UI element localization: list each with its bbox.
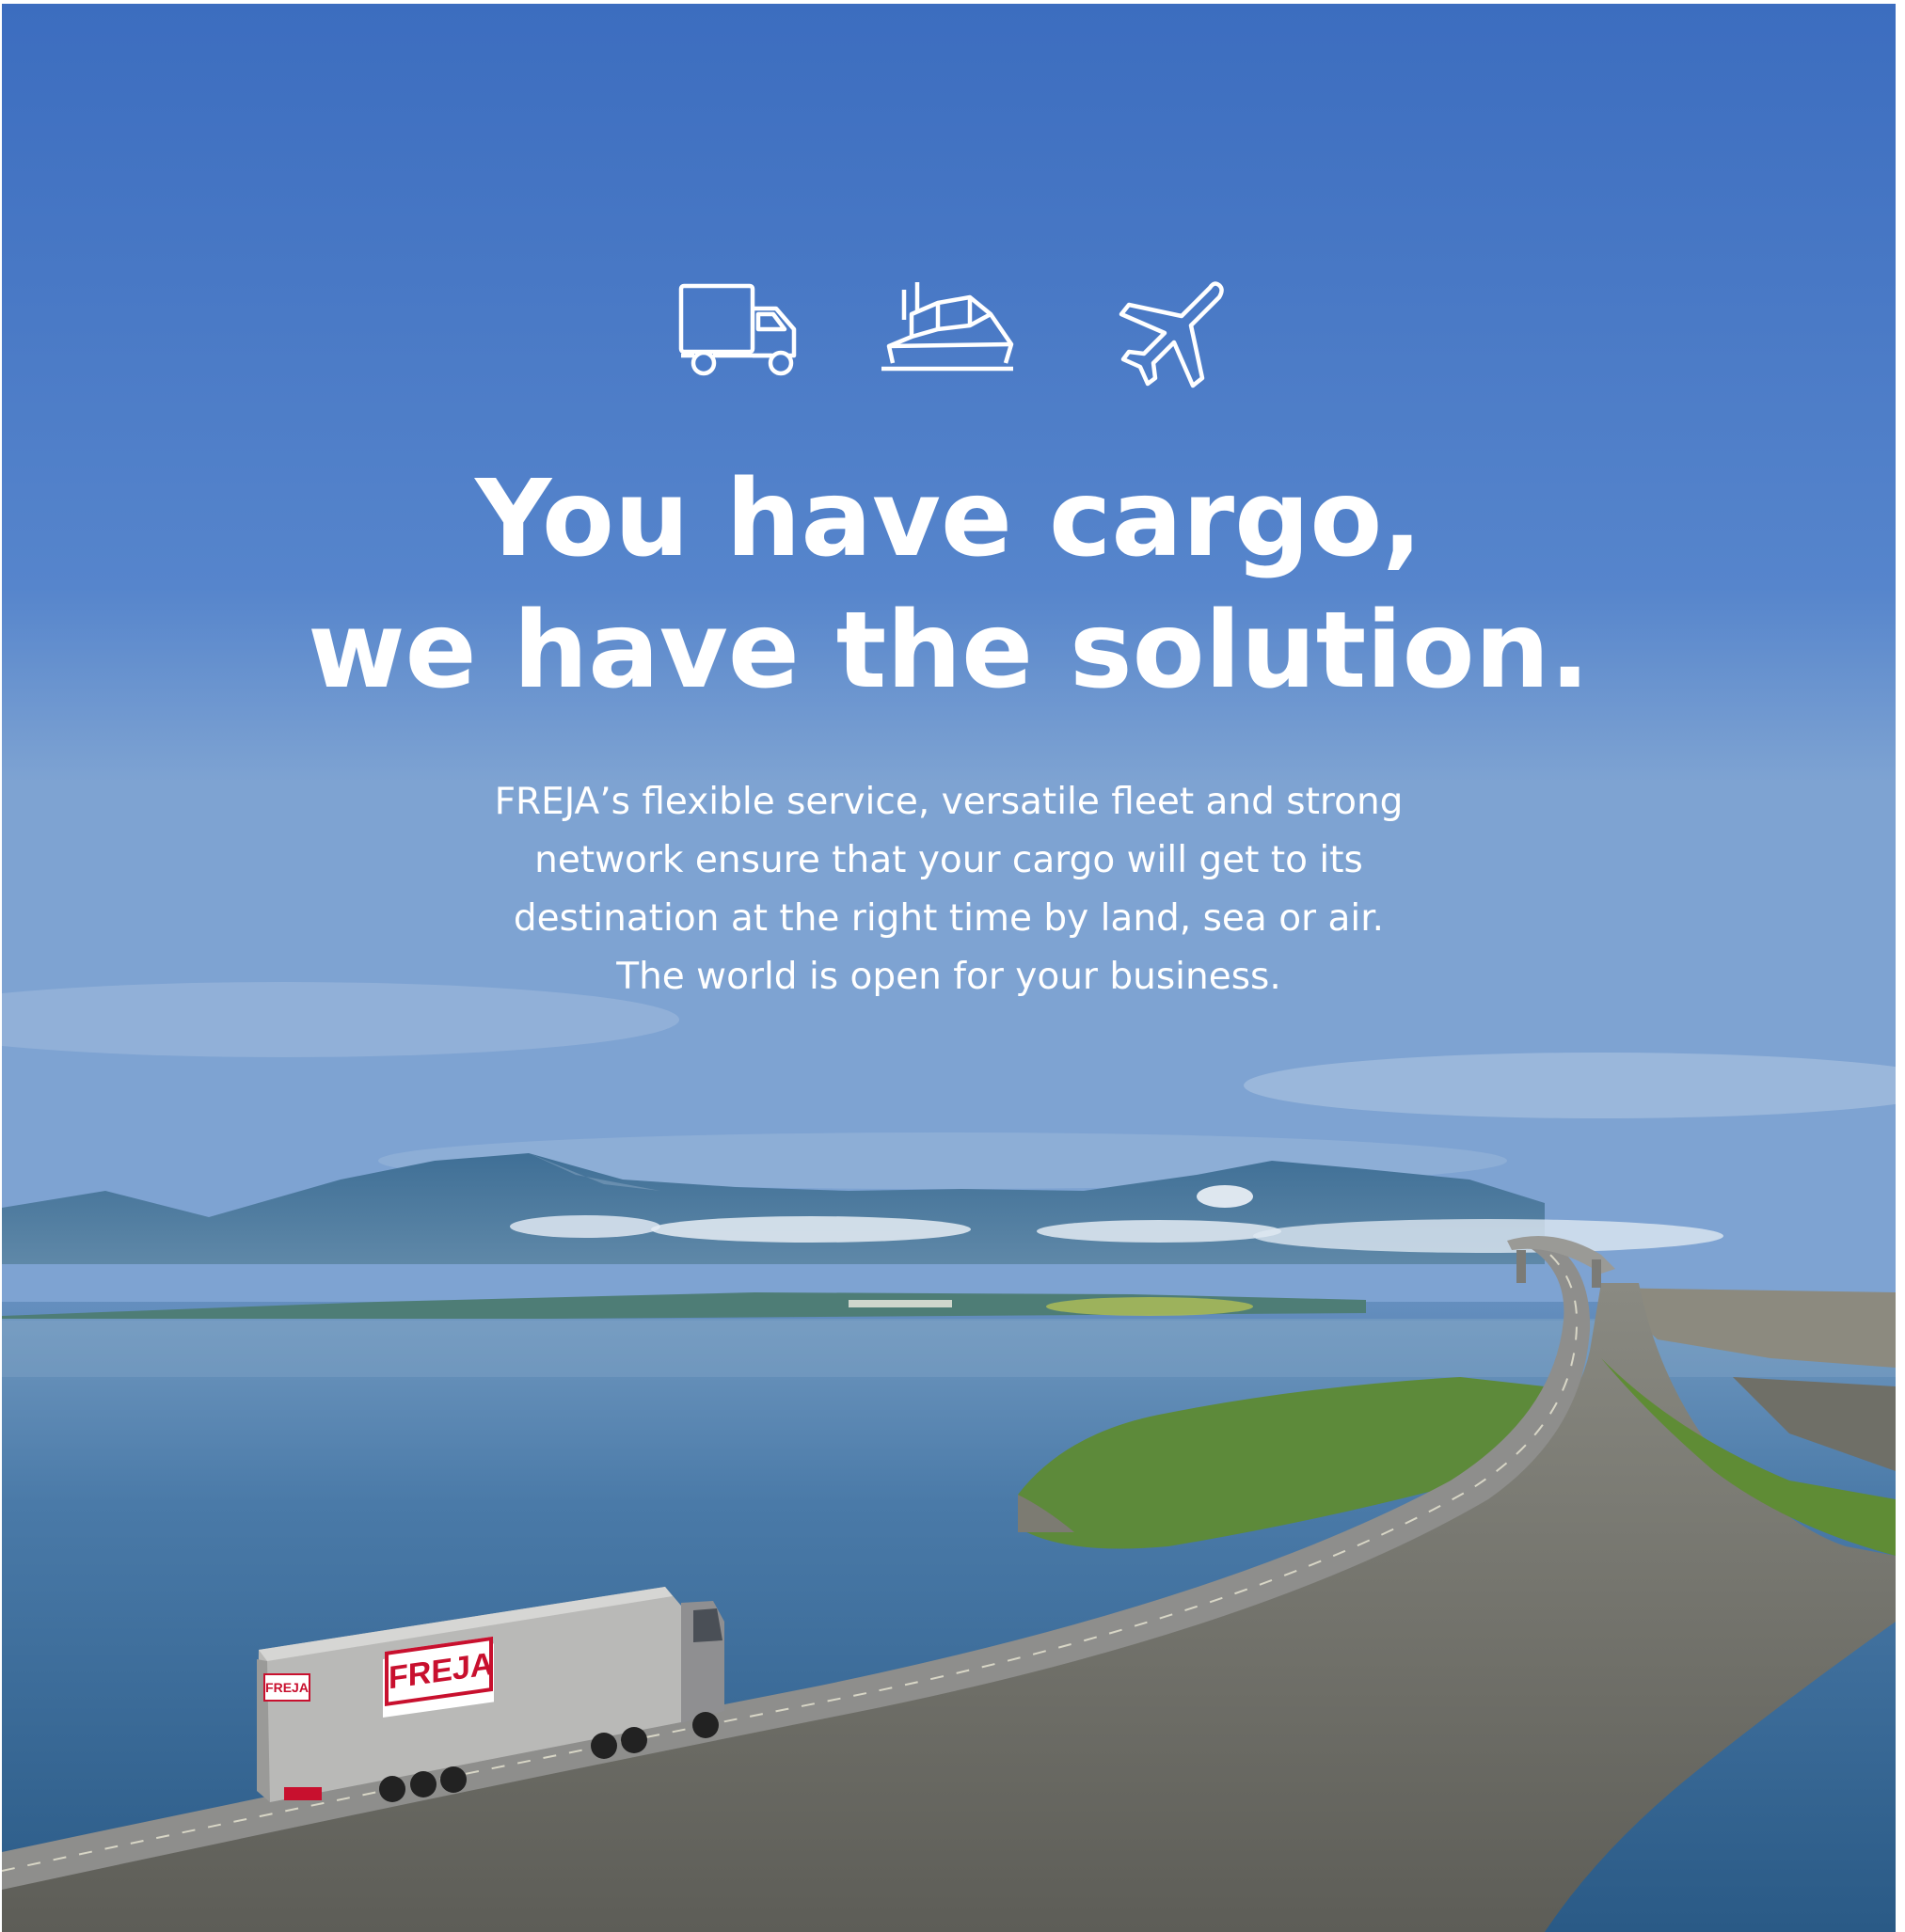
headline-line-1: You have cargo, <box>475 458 1422 580</box>
body-line-1: FREJA’s flexible service, versatile flee… <box>494 781 1404 823</box>
truck-rear-logo: FREJA <box>263 1673 310 1702</box>
ship-icon <box>880 277 1016 380</box>
headline-line-2: we have the solution. <box>308 590 1590 712</box>
hero-panel: FREJA FREJA You have cargo, we have the … <box>2 4 1896 1932</box>
body-copy: FREJA’s flexible service, versatile flee… <box>2 773 1896 1006</box>
truck-icon <box>677 282 800 386</box>
transport-icons <box>2 281 1896 395</box>
body-line-2: network ensure that your cargo will get … <box>534 839 1363 881</box>
headline: You have cargo, we have the solution. <box>2 453 1896 717</box>
body-line-4: The world is open for your business. <box>616 956 1281 998</box>
body-line-3: destination at the right time by land, s… <box>513 897 1385 940</box>
airplane-icon <box>1116 278 1229 391</box>
